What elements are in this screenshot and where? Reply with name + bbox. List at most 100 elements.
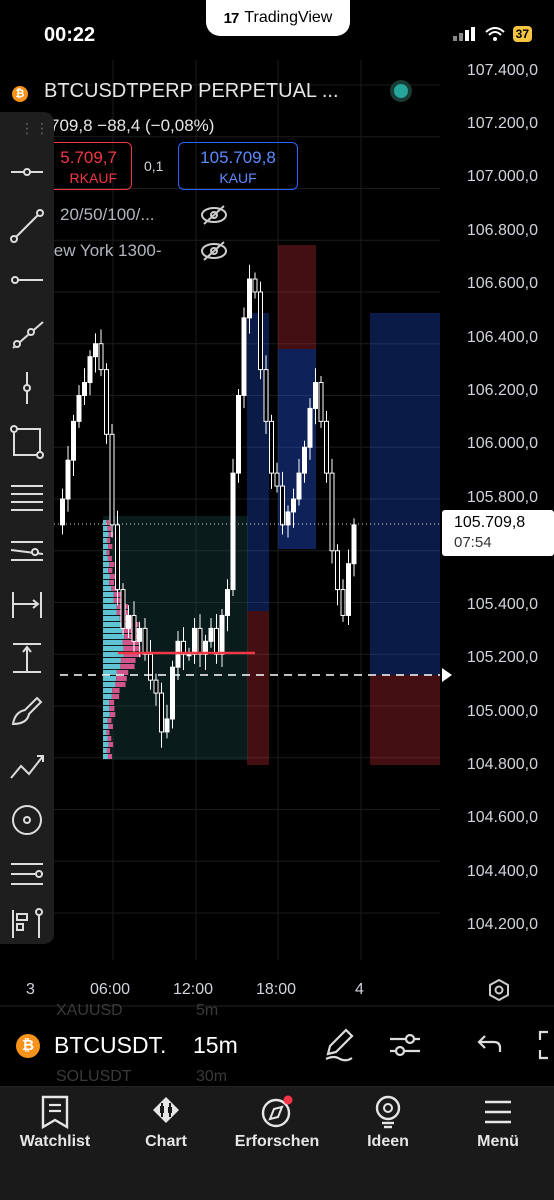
fib-retracement-tool-icon[interactable] bbox=[9, 478, 45, 514]
circle-tool-icon[interactable] bbox=[9, 802, 45, 838]
candle-body bbox=[164, 718, 170, 733]
price-tick: 107.000,0 bbox=[466, 168, 538, 185]
candle-body bbox=[351, 524, 357, 565]
undo-icon[interactable] bbox=[472, 1028, 506, 1062]
volume-bar-buy bbox=[103, 556, 108, 561]
toolbar-grip-icon[interactable]: ⋮⋮ bbox=[20, 120, 50, 137]
settings-icon[interactable] bbox=[488, 979, 510, 1001]
candle-body bbox=[324, 420, 329, 474]
trend-line-tool-icon[interactable] bbox=[9, 208, 45, 244]
chart-icon bbox=[153, 1097, 179, 1123]
candle-body bbox=[340, 589, 346, 616]
ghost-interval-below: 30m bbox=[196, 1068, 228, 1085]
candle-body bbox=[230, 472, 236, 591]
indicator-moving-averages[interactable]: 20/50/100/... bbox=[60, 205, 155, 225]
candle-body bbox=[214, 627, 219, 655]
volume-bar-buy bbox=[103, 568, 109, 573]
candle-body bbox=[219, 614, 225, 655]
candle-body bbox=[98, 343, 104, 371]
alert-level-arrow-icon bbox=[442, 668, 452, 682]
volume-bar-buy bbox=[103, 520, 107, 525]
price-tick: 106.600,0 bbox=[466, 275, 538, 292]
symbol-title[interactable]: BTCUSDTPERP PERPETUAL ... bbox=[44, 80, 339, 103]
candle-body bbox=[252, 278, 258, 293]
nav-chart[interactable]: Chart bbox=[116, 1095, 216, 1151]
symbol-selector[interactable]: BTCUSDT. bbox=[54, 1032, 166, 1059]
long-short-position-tool-icon[interactable] bbox=[9, 906, 45, 942]
volume-bar-buy bbox=[103, 616, 120, 621]
volume-bar-buy bbox=[103, 706, 110, 711]
candle-body bbox=[313, 382, 318, 409]
volume-bar-buy bbox=[103, 574, 110, 579]
candle-body bbox=[236, 394, 241, 474]
multi-line-tool-icon[interactable] bbox=[9, 856, 45, 892]
candle-body bbox=[247, 278, 252, 319]
candle-body bbox=[126, 614, 131, 629]
volume-bar-sell bbox=[107, 526, 112, 531]
volume-bar-buy bbox=[103, 640, 123, 645]
candle-body bbox=[148, 653, 153, 681]
price-tick: 105.200,0 bbox=[466, 649, 538, 666]
date-range-tool-icon[interactable] bbox=[9, 586, 45, 622]
candle-body bbox=[71, 420, 76, 461]
volume-bar-buy bbox=[103, 718, 108, 723]
candle-body bbox=[65, 459, 71, 500]
parallel-channel-tool-icon[interactable] bbox=[9, 532, 45, 568]
nav-explore[interactable]: Erforschen bbox=[227, 1095, 327, 1151]
volume-bar-sell bbox=[120, 664, 135, 669]
bottom-nav: Watchlist Chart Erforschen Ideen Menü bbox=[0, 1086, 554, 1200]
ghost-symbol-above: XAUUSD bbox=[56, 1002, 123, 1019]
candle-body bbox=[291, 498, 296, 513]
time-tick: 06:00 bbox=[90, 981, 131, 998]
volume-bar-sell bbox=[122, 640, 139, 645]
path-tool-icon[interactable] bbox=[9, 748, 45, 784]
ray-tool-icon[interactable] bbox=[9, 316, 45, 352]
candle-body bbox=[115, 524, 120, 591]
buy-button[interactable]: 105.709,8 KAUF bbox=[178, 142, 298, 190]
candle-body bbox=[175, 640, 181, 668]
rectangle-tool-icon[interactable] bbox=[9, 424, 45, 460]
volume-bar-sell bbox=[109, 574, 116, 579]
vertical-line-tool-icon[interactable] bbox=[9, 370, 45, 406]
nav-menu[interactable]: Menü bbox=[448, 1095, 548, 1151]
volume-bar-buy bbox=[103, 622, 123, 627]
indicator-session[interactable]: lew York 1300- bbox=[50, 241, 162, 261]
volume-bar-buy bbox=[103, 742, 109, 747]
pencil-icon[interactable] bbox=[322, 1028, 356, 1062]
volume-bar-sell bbox=[115, 682, 126, 687]
volume-bar-sell bbox=[107, 736, 112, 741]
price-range-tool-icon[interactable] bbox=[9, 640, 45, 676]
horizontal-line-tool-icon[interactable] bbox=[9, 262, 45, 298]
volume-bar-buy bbox=[103, 646, 124, 651]
volume-bar-sell bbox=[106, 730, 110, 735]
price-tick: 104.400,0 bbox=[466, 863, 538, 880]
interval-selector[interactable]: 15m bbox=[193, 1032, 238, 1059]
fullscreen-icon[interactable] bbox=[534, 1028, 554, 1062]
brush-tool-icon[interactable] bbox=[9, 694, 45, 730]
sliders-icon[interactable] bbox=[388, 1028, 422, 1062]
eye-off-icon[interactable] bbox=[200, 240, 228, 262]
volume-bar-buy bbox=[103, 664, 121, 669]
volume-bar-sell bbox=[109, 706, 115, 711]
volume-bar-buy bbox=[103, 532, 109, 537]
candle-body bbox=[104, 369, 109, 435]
nav-ideas[interactable]: Ideen bbox=[338, 1095, 438, 1151]
candle-body bbox=[159, 692, 164, 733]
nav-watchlist[interactable]: Watchlist bbox=[5, 1095, 105, 1151]
nav-label: Ideen bbox=[367, 1133, 409, 1150]
drawing-toolbar: ⋮⋮ bbox=[0, 112, 54, 944]
volume-bar-buy bbox=[103, 550, 107, 555]
price-tick: 105.400,0 bbox=[466, 596, 538, 613]
volume-bar-sell bbox=[120, 658, 136, 663]
eye-off-icon[interactable] bbox=[200, 204, 228, 226]
volume-bar-buy bbox=[103, 700, 110, 705]
volume-bar-sell bbox=[109, 700, 115, 705]
candle-body bbox=[296, 472, 302, 500]
volume-bar-buy bbox=[103, 694, 112, 699]
candle-body bbox=[329, 472, 335, 552]
candle-body bbox=[120, 589, 126, 629]
price-tick: 106.200,0 bbox=[466, 382, 538, 399]
volume-bar-sell bbox=[108, 742, 114, 747]
candle-body bbox=[93, 343, 98, 358]
horizontal-ray-tool-icon[interactable] bbox=[9, 154, 45, 190]
